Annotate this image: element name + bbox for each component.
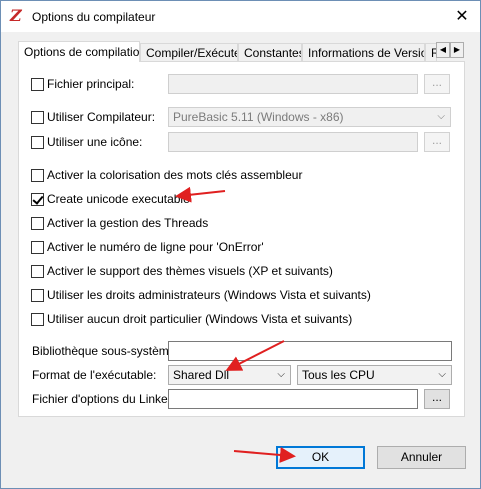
option-row[interactable]: Activer le numéro de ligne pour 'OnError… — [31, 239, 264, 255]
option-checkbox[interactable] — [31, 264, 44, 278]
compiler-select-value: PureBasic 5.11 (Windows - x86) — [173, 110, 344, 124]
main-file-checkbox[interactable] — [31, 77, 44, 91]
linker-label: Fichier d'options du Linker: — [32, 392, 176, 406]
main-file-label: Fichier principal: — [47, 77, 135, 91]
tab-version-info[interactable]: Informations de Version — [302, 43, 425, 61]
option-label: Create unicode executable — [47, 192, 190, 206]
option-label: Utiliser aucun droit particulier (Window… — [47, 312, 353, 326]
cpu-select-value: Tous les CPU — [302, 368, 375, 382]
tab-strip: Options de compilation Compiler/Exécuter… — [18, 41, 464, 62]
option-row[interactable]: Activer la gestion des Threads — [31, 215, 208, 231]
compiler-label: Utiliser Compilateur: — [47, 110, 156, 124]
option-row[interactable]: Utiliser aucun droit particulier (Window… — [31, 311, 352, 327]
icon-row: Utiliser une icône: — [31, 134, 142, 150]
chevron-down-icon: ⌵ — [277, 369, 285, 380]
option-row[interactable]: Utiliser les droits administrateurs (Win… — [31, 287, 371, 303]
option-row[interactable]: Activer le support des thèmes visuels (X… — [31, 263, 333, 279]
compile-options-panel: Fichier principal: ... Utiliser Compilat… — [18, 61, 465, 417]
option-label: Activer le numéro de ligne pour 'OnError… — [47, 240, 264, 254]
format-select[interactable]: Shared Dll ⌵ — [168, 365, 291, 385]
subsystem-label: Bibliothèque sous-système: — [32, 344, 179, 358]
icon-file-input[interactable] — [168, 132, 418, 152]
icon-checkbox[interactable] — [31, 135, 44, 149]
option-checkbox[interactable] — [31, 312, 44, 326]
option-checkbox[interactable] — [31, 192, 44, 206]
chevron-down-icon: ⌵ — [437, 111, 445, 122]
cpu-select[interactable]: Tous les CPU ⌵ — [297, 365, 452, 385]
main-file-row: Fichier principal: — [31, 76, 134, 92]
option-checkbox[interactable] — [31, 288, 44, 302]
option-row[interactable]: Activer la colorisation des mots clés as… — [31, 167, 302, 183]
option-checkbox[interactable] — [31, 168, 44, 182]
format-label: Format de l'exécutable: — [32, 368, 157, 382]
linker-browse-button[interactable]: ... — [424, 389, 450, 409]
icon-label: Utiliser une icône: — [47, 135, 143, 149]
option-label: Activer la colorisation des mots clés as… — [47, 168, 303, 182]
main-file-browse-button[interactable]: ... — [424, 74, 450, 94]
tab-constants[interactable]: Constantes — [238, 43, 302, 61]
cancel-button[interactable]: Annuler — [377, 446, 466, 469]
option-checkbox[interactable] — [31, 216, 44, 230]
tab-scroll-left-icon[interactable]: ◀ — [436, 42, 450, 58]
title-bar[interactable]: Z Options du compilateur ✕ — [1, 1, 480, 32]
tab-compile-options[interactable]: Options de compilation — [18, 41, 140, 62]
main-file-input[interactable] — [168, 74, 418, 94]
window-title: Options du compilateur — [32, 10, 156, 24]
linker-input[interactable] — [168, 389, 418, 409]
option-row[interactable]: Create unicode executable — [31, 191, 190, 207]
option-label: Utiliser les droits administrateurs (Win… — [47, 288, 371, 302]
compiler-row: Utiliser Compilateur: — [31, 109, 155, 125]
purebasic-icon: Z — [10, 6, 22, 25]
chevron-down-icon: ⌵ — [438, 369, 446, 380]
format-select-value: Shared Dll — [173, 368, 230, 382]
compiler-select[interactable]: PureBasic 5.11 (Windows - x86) ⌵ — [168, 107, 451, 127]
ok-button[interactable]: OK — [276, 446, 365, 469]
icon-browse-button[interactable]: ... — [424, 132, 450, 152]
option-label: Activer la gestion des Threads — [47, 216, 209, 230]
subsystem-input[interactable] — [168, 341, 452, 361]
compiler-options-dialog: Z Options du compilateur ✕ Options de co… — [0, 0, 481, 489]
tab-compiler-run[interactable]: Compiler/Exécuter — [140, 43, 238, 61]
compiler-checkbox[interactable] — [31, 110, 44, 124]
option-label: Activer le support des thèmes visuels (X… — [47, 264, 333, 278]
option-checkbox[interactable] — [31, 240, 44, 254]
tab-scroll-right-icon[interactable]: ▶ — [450, 42, 464, 58]
close-icon[interactable]: ✕ — [447, 2, 477, 30]
